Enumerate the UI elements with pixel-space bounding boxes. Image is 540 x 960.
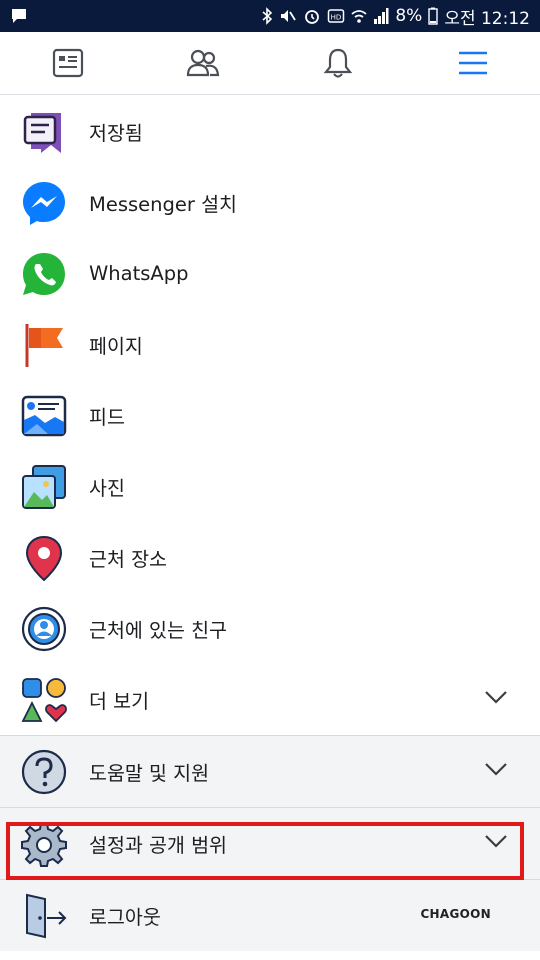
- top-tab-bar: [0, 32, 540, 95]
- whatsapp-icon: [21, 251, 67, 297]
- chevron-down-icon: [485, 763, 507, 776]
- hd-icon: HD: [328, 9, 345, 23]
- flag-icon: [21, 322, 67, 368]
- notifications-icon: [323, 48, 352, 78]
- status-bar: HD 8% 오전 12:12: [0, 0, 540, 32]
- menu-item-whatsapp[interactable]: WhatsApp: [0, 238, 540, 309]
- menu-item-label: Messenger 설치: [89, 193, 237, 216]
- watermark: CHAGOON: [420, 907, 491, 921]
- menu-item-see-more[interactable]: 더 보기: [0, 664, 540, 735]
- help-icon: [21, 749, 67, 795]
- gear-icon: [21, 821, 67, 867]
- status-left: [10, 7, 28, 25]
- svg-text:HD: HD: [331, 14, 342, 22]
- photos-icon: [21, 464, 67, 510]
- menu-item-label: WhatsApp: [89, 262, 189, 285]
- news-feed-icon: [52, 48, 83, 78]
- menu-item-label: 사진: [89, 477, 125, 500]
- alarm-icon: [305, 10, 320, 24]
- menu-item-label: 근처 장소: [89, 548, 167, 571]
- menu-item-pages[interactable]: 페이지: [0, 309, 540, 380]
- feed-icon: [21, 393, 67, 439]
- section-help-support[interactable]: 도움말 및 지원: [0, 736, 540, 807]
- signal-icon: [374, 8, 389, 24]
- section-label: 로그아웃: [89, 906, 161, 929]
- battery-percent: 8%: [395, 6, 423, 26]
- menu-item-feed[interactable]: 피드: [0, 380, 540, 451]
- tab-menu[interactable]: [405, 32, 540, 94]
- menu-item-label: 근처에 있는 친구: [89, 619, 227, 642]
- section-label: 설정과 공개 범위: [89, 834, 227, 857]
- section-settings-privacy[interactable]: 설정과 공개 범위: [0, 808, 540, 879]
- logout-icon: [21, 893, 67, 939]
- map-pin-icon: [21, 535, 67, 581]
- status-right: HD 8% 오전 12:12: [261, 4, 530, 29]
- menu-item-photos[interactable]: 사진: [0, 451, 540, 522]
- battery-icon: [428, 7, 439, 25]
- menu-list: 저장됨 Messenger 설치 WhatsApp 페이지 피드 사진 근처 장…: [0, 96, 540, 951]
- chevron-down-icon: [485, 691, 507, 704]
- clock: 오전 12:12: [444, 8, 530, 29]
- saved-icon: [21, 109, 67, 155]
- menu-item-label: 저장됨: [89, 122, 143, 145]
- wifi-icon: [351, 10, 367, 23]
- friends-icon: [186, 49, 219, 77]
- tab-news-feed[interactable]: [0, 32, 135, 94]
- tab-friends[interactable]: [135, 32, 270, 94]
- menu-item-nearby-friends[interactable]: 근처에 있는 친구: [0, 593, 540, 664]
- menu-item-label: 페이지: [89, 335, 143, 358]
- menu-item-label: 더 보기: [89, 690, 150, 713]
- menu-icon: [458, 51, 487, 75]
- menu-item-label: 피드: [89, 406, 125, 429]
- shapes-icon: [21, 677, 67, 723]
- chevron-down-icon: [485, 835, 507, 848]
- mute-icon: [281, 10, 297, 22]
- tab-notifications[interactable]: [270, 32, 405, 94]
- chat-notification-icon: [12, 9, 26, 23]
- menu-item-saved[interactable]: 저장됨: [0, 96, 540, 167]
- menu-item-nearby-places[interactable]: 근처 장소: [0, 522, 540, 593]
- bluetooth-icon: [262, 7, 273, 25]
- menu-item-messenger[interactable]: Messenger 설치: [0, 167, 540, 238]
- section-label: 도움말 및 지원: [89, 762, 210, 785]
- messenger-icon: [21, 180, 67, 226]
- nearby-friends-icon: [21, 606, 67, 652]
